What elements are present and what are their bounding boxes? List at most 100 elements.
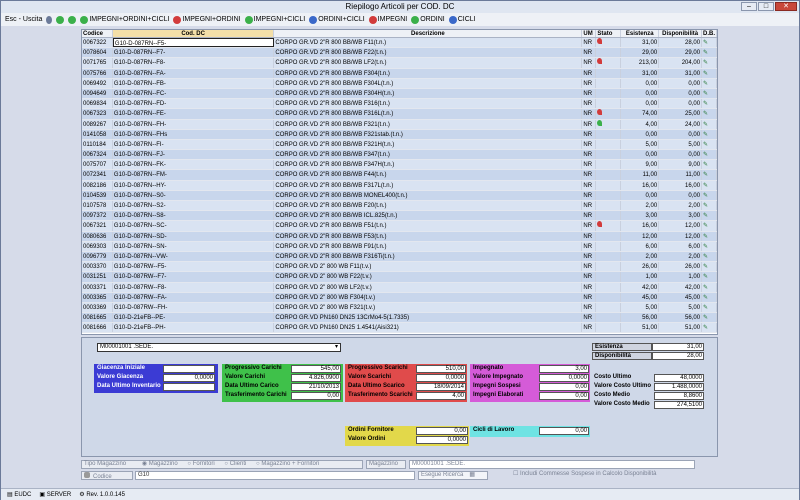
table-row[interactable]: 0003369 G10-D-087RW--FH- CORPO GR.VD 2" 80… [82,302,717,314]
radio-fornitori[interactable]: ○ Fornitori [187,461,214,467]
header-db[interactable]: D.B. [702,30,717,37]
header-disponibilita[interactable]: Disponibilità [659,30,703,37]
magazzino-field[interactable]: M00001001 .SEDE. [409,460,695,469]
db-icon[interactable]: ✎ [702,302,717,313]
db-icon[interactable]: ✎ [702,180,717,190]
field-value[interactable]: 0,0000 [163,374,215,382]
table-row[interactable]: 0107578 G10-D-087RN--S2- CORPO GR.VD 2"R 8… [82,201,717,212]
table-row[interactable]: 0071765 G10-D-087RN--F8- CORPO GR.VD 2"R 8… [82,58,717,69]
field-value[interactable]: 18/09/2014 [416,383,466,391]
header-esistenza[interactable]: Esistenza [621,30,660,37]
field-value[interactable]: 0,0000 [416,374,466,382]
table-row[interactable]: 0096779 G10-D-087RN--VW- CORPO GR.VD 2"R 8… [82,251,717,263]
db-icon[interactable]: ✎ [702,262,717,272]
db-icon[interactable]: ✎ [702,150,717,160]
db-icon[interactable]: ✎ [702,160,717,170]
db-icon[interactable]: ✎ [702,38,717,48]
field-value[interactable]: 3,00 [539,365,589,373]
field-value[interactable]: 48,0000 [654,374,704,382]
radio-magazzino-fornitori[interactable]: ○ Magazzino + Fornitori [256,461,319,467]
field-value[interactable]: 0,00 [539,392,589,400]
table-row[interactable]: 0031251 G10-D-087RW--F7- CORPO GR.VD 2" 80… [82,272,717,283]
table-row[interactable]: 0003371 G10-D-087RW--F8- CORPO GR.VD 2" 80… [82,282,717,293]
header-cod-dc[interactable]: Cod. DC [112,30,275,37]
db-icon[interactable]: ✎ [702,313,717,323]
header-um[interactable]: UM [582,30,597,37]
refresh-icon[interactable] [56,15,65,24]
table-row[interactable]: 0075766 G10-D-087RN--FA- CORPO GR.VD 2"R 8… [82,68,717,79]
field-value[interactable]: 0,00 [291,392,341,400]
db-icon[interactable]: ✎ [702,170,717,180]
field-value[interactable]: 510,00 [416,365,466,373]
include-sospese-checkbox[interactable]: ☐ Includi Commesse Sospese in Calcolo Di… [511,471,701,480]
header-codice[interactable]: Codice [82,30,113,37]
field-value[interactable] [163,365,215,373]
field-value[interactable]: 0,00 [416,427,468,435]
table-row[interactable]: 0097372 G10-D-087RN--S8- CORPO GR.VD 2"R 8… [82,211,717,222]
db-icon[interactable]: ✎ [702,292,717,302]
field-value[interactable]: 545,00 [291,365,341,373]
filter-impegni-ordini[interactable]: IMPEGNI+ORDINI [173,15,241,24]
field-value[interactable]: 0,0000 [539,374,589,382]
close-button[interactable]: ✕ [775,2,797,11]
table-row[interactable]: 0080636 G10-D-087RN--SD- CORPO GR.VD 2"R 8… [82,231,717,242]
db-icon[interactable]: ✎ [702,211,717,221]
table-row[interactable]: 0141058 G10-D-087RN--FHs CORPO GR.VD 2"R 8… [82,129,717,140]
filter-impegni-ordini-cicli[interactable]: IMPEGNI+ORDINI+CICLI [80,15,169,24]
table-row[interactable]: 0082186 G10-D-087RN--HY- CORPO GR.VD 2"R 8… [82,180,717,191]
radio-clienti[interactable]: ○ Clienti [224,461,246,467]
field-value[interactable]: 0,00 [539,427,589,435]
field-value[interactable]: 4.826,0900 [291,374,341,382]
filter-ordini-cicli[interactable]: ORDINI+CICLI [309,15,365,24]
table-row[interactable]: 0081665 G10-D-21eFB--PE- CORPO GR.VD PN160… [82,313,717,324]
db-icon[interactable]: ✎ [702,88,717,99]
table-row[interactable]: 0078604 G10-D-087RN--F7- CORPO GR.VD 2"R 8… [82,48,717,59]
field-value[interactable]: 8,8600 [654,392,704,400]
forward-icon[interactable] [68,15,77,24]
db-icon[interactable]: ✎ [702,251,717,262]
search-button[interactable]: Esegue Ricerca ▦ [418,471,488,480]
table-row[interactable]: 0089267 G10-D-087RN--FH- CORPO GR.VD 2"R 8… [82,119,717,130]
filter-ordini[interactable]: ORDINI [411,15,445,24]
field-value[interactable] [163,383,215,391]
table-row[interactable]: 0067324 G10-D-087RN--FJ- CORPO GR.VD 2"R 8… [82,150,717,161]
db-icon[interactable]: ✎ [702,241,717,251]
field-value[interactable]: 4,00 [416,392,466,400]
table-row[interactable]: 0003365 G10-D-087RW--FA- CORPO GR.VD 2" 80… [82,292,717,303]
header-descrizione[interactable]: Descrizione [274,30,583,37]
table-row[interactable]: 0067321 G10-D-087RN--SC- CORPO GR.VD 2"R 8… [82,221,717,232]
table-row[interactable]: 0067322 G10-D-087RN--F5- CORPO GR.VD 2"R 8… [82,38,717,49]
table-row[interactable]: 0069834 G10-D-087RN--FD- CORPO GR.VD 2"R 8… [82,99,717,110]
field-value[interactable]: 1.488,0000 [654,383,704,391]
db-icon[interactable]: ✎ [702,48,717,58]
db-icon[interactable]: ✎ [702,201,717,211]
articles-grid[interactable]: Codice Cod. DC Descrizione UM Stato Esis… [81,29,718,335]
filter-cicli[interactable]: CICLI [448,15,476,24]
db-icon[interactable]: ✎ [702,68,717,78]
table-row[interactable]: 0081666 G10-D-21eFB--PH- CORPO GR.VD PN160… [82,323,717,334]
table-row[interactable]: 0069492 G10-D-087RN--FB- CORPO GR.VD 2"R 8… [82,78,717,89]
db-icon[interactable]: ✎ [702,109,717,119]
tool-icon[interactable] [46,15,53,24]
db-icon[interactable]: ✎ [702,129,717,139]
minimize-button[interactable]: – [741,2,757,11]
field-value[interactable]: 0,00 [539,383,589,391]
table-row[interactable]: 0072341 G10-D-087RN--FM- CORPO GR.VD 2"R 8… [82,170,717,181]
db-icon[interactable]: ✎ [702,221,717,231]
table-row[interactable]: 0075707 G10-D-087RN--FK- CORPO GR.VD 2"R 8… [82,160,717,171]
table-row[interactable]: 0094649 G10-D-087RN--FC- CORPO GR.VD 2"R 8… [82,88,717,100]
codice-field[interactable]: G10 [135,471,415,480]
db-icon[interactable]: ✎ [702,99,717,109]
db-icon[interactable]: ✎ [702,190,717,200]
db-icon[interactable]: ✎ [702,272,717,282]
field-value[interactable]: 21/10/2013 [291,383,341,391]
db-icon[interactable]: ✎ [702,323,717,333]
exit-button[interactable]: Esc - Uscita [5,16,42,23]
table-row[interactable]: 0110184 G10-D-087RN--FI- CORPO GR.VD 2"R 8… [82,139,717,151]
header-stato[interactable]: Stato [596,30,622,37]
maximize-button[interactable]: □ [758,2,774,11]
filter-impegni-cicli[interactable]: IMPEGNI+CICLI [244,15,305,24]
magazzino-select[interactable]: M00001001 .SEDE. ▾ [97,343,341,352]
db-icon[interactable]: ✎ [702,282,717,292]
db-icon[interactable]: ✎ [702,231,717,241]
